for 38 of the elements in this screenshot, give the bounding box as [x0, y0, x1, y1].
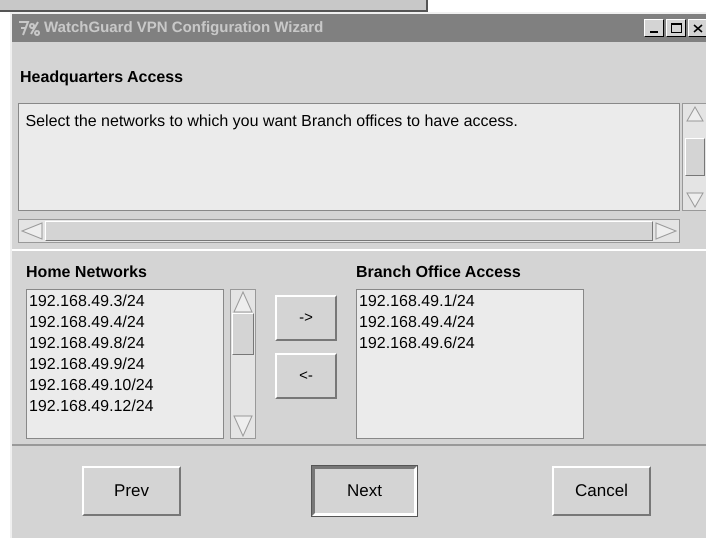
wizard-button[interactable]: Cancel: [552, 466, 651, 516]
list-item[interactable]: 192.168.49.8/24: [29, 333, 223, 354]
close-button[interactable]: [688, 19, 706, 37]
description-text: Select the networks to which you want Branch offices to have access.: [24, 112, 519, 132]
list-item[interactable]: 192.168.49.4/24: [29, 312, 223, 333]
list-item[interactable]: 192.168.49.6/24: [359, 333, 583, 354]
list-item[interactable]: 192.168.49.9/24: [29, 354, 223, 375]
vertical-scrollbar[interactable]: [230, 289, 256, 439]
move-button[interactable]: <-: [275, 353, 337, 399]
close-icon: [693, 24, 703, 32]
window-title: WatchGuard VPN Configuration Wizard: [44, 18, 324, 38]
scroll-thumb[interactable]: [685, 138, 705, 176]
scroll-thumb[interactable]: [45, 221, 653, 241]
scroll-thumb[interactable]: [232, 313, 254, 355]
wizard-button[interactable]: Prev: [82, 466, 181, 516]
list-item[interactable]: 192.168.49.1/24: [359, 291, 583, 312]
maximize-button[interactable]: [666, 19, 686, 37]
vertical-scrollbar[interactable]: [682, 103, 706, 211]
scroll-up-icon: [233, 291, 253, 313]
list-item[interactable]: 192.168.49.4/24: [359, 312, 583, 333]
list-item[interactable]: 192.168.49.3/24: [29, 291, 223, 312]
list-item[interactable]: 192.168.49.10/24: [29, 375, 223, 396]
page-heading: Headquarters Access: [20, 68, 184, 86]
maximize-icon: [670, 23, 682, 33]
minimize-button[interactable]: [644, 19, 664, 37]
scroll-left-icon: [21, 222, 43, 240]
section-label: Branch Office Access: [356, 263, 522, 281]
wizard-button[interactable]: Next: [312, 466, 417, 516]
list-item[interactable]: 192.168.49.12/24: [29, 396, 223, 417]
scroll-down-icon: [686, 192, 704, 208]
minimize-icon: [650, 31, 658, 33]
move-button[interactable]: ->: [275, 295, 337, 341]
scroll-down-icon: [233, 415, 253, 437]
scroll-up-icon: [686, 106, 704, 122]
scroll-right-icon: [655, 222, 677, 240]
horizontal-scrollbar[interactable]: [18, 219, 680, 243]
section-label: Home Networks: [26, 263, 148, 281]
logo-icon: [18, 20, 40, 36]
